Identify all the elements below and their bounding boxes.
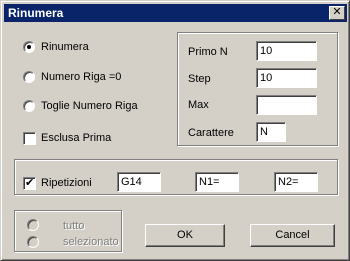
radio-togli-numero-riga[interactable]: [23, 100, 35, 112]
close-button[interactable]: ✕: [329, 6, 345, 20]
radio-numero-riga-zero-label: Numero Riga =0: [41, 71, 122, 83]
radio-togli-numero-riga-label: Toglie Numero Riga: [41, 100, 138, 112]
carattere-label: Carattere: [188, 127, 234, 139]
max-input[interactable]: [256, 95, 317, 115]
checkbox-esclusa-prima[interactable]: [23, 132, 36, 145]
window-title: Rinumera: [8, 6, 64, 20]
step-label: Step: [188, 73, 211, 85]
rinumera-dialog: Rinumera ✕ Rinumera Numero Riga =0 Togli…: [0, 0, 350, 261]
cancel-button[interactable]: Cancel: [250, 224, 335, 247]
ripetizioni-field-3[interactable]: N2=: [274, 172, 318, 192]
radio-selezionato-label: selezionato: [63, 236, 119, 248]
close-icon: ✕: [332, 6, 342, 18]
radio-numero-riga-zero[interactable]: [23, 71, 35, 83]
step-input[interactable]: 10: [256, 68, 317, 88]
radio-tutto[interactable]: [27, 219, 39, 231]
checkbox-esclusa-prima-label: Esclusa Prima: [41, 132, 112, 144]
ripetizioni-field-1[interactable]: G14: [117, 172, 161, 192]
radio-tutto-label: tutto: [63, 220, 85, 232]
max-label: Max: [188, 99, 209, 111]
checkbox-ripetizioni[interactable]: [23, 176, 36, 190]
carattere-input[interactable]: N: [256, 122, 286, 142]
radio-selezionato[interactable]: [27, 236, 39, 248]
radio-rinumera-label: Rinumera: [41, 41, 89, 53]
title-bar[interactable]: Rinumera ✕: [4, 4, 347, 22]
primo-n-label: Primo N: [188, 46, 228, 58]
primo-n-input[interactable]: 10: [256, 41, 317, 61]
checkbox-ripetizioni-label: Ripetizioni: [41, 177, 92, 189]
ok-button[interactable]: OK: [145, 224, 225, 247]
radio-rinumera[interactable]: [23, 41, 35, 53]
ripetizioni-field-2[interactable]: N1=: [195, 172, 239, 192]
